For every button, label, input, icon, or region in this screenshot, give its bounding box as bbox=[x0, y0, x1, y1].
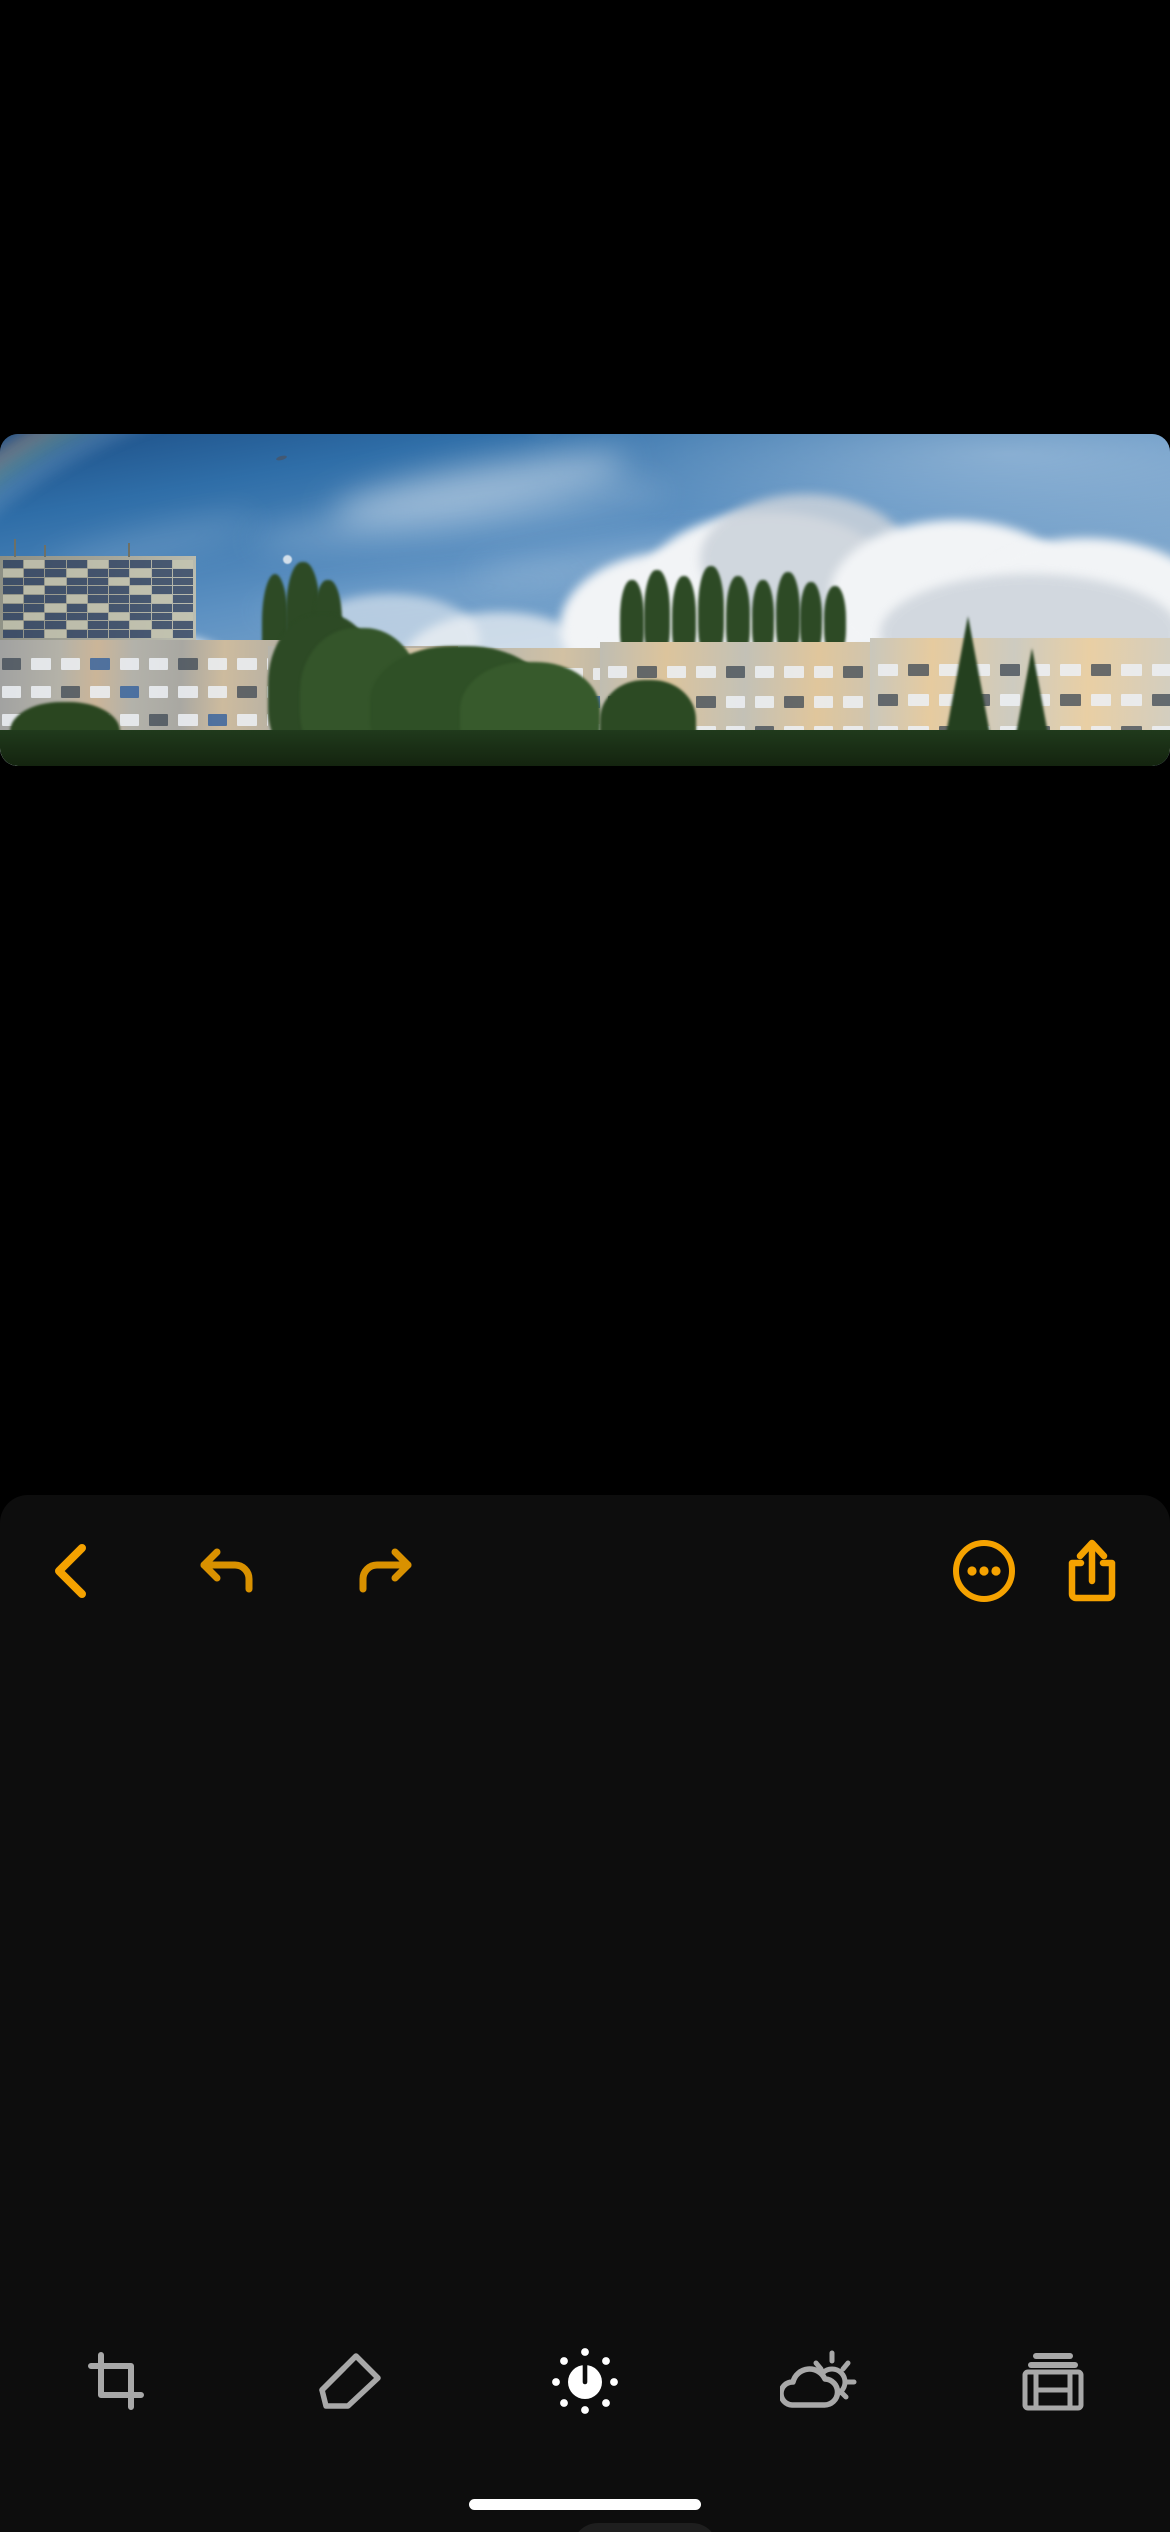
window-grid bbox=[3, 560, 193, 638]
tab-filters[interactable] bbox=[936, 2322, 1170, 2440]
redo-button[interactable] bbox=[330, 1521, 438, 1621]
undo-button[interactable] bbox=[174, 1521, 282, 1621]
high-rise-building bbox=[0, 556, 196, 644]
phone-screen: AI bbox=[0, 0, 1170, 2532]
roof-antenna bbox=[44, 545, 46, 557]
tab-crop[interactable] bbox=[0, 2322, 234, 2440]
tab-retouch[interactable] bbox=[234, 2322, 468, 2440]
tab-effects[interactable] bbox=[702, 2322, 936, 2440]
moon bbox=[283, 555, 292, 564]
roof-antenna bbox=[128, 543, 130, 557]
photo-canvas[interactable] bbox=[0, 434, 1170, 766]
home-indicator bbox=[469, 2499, 701, 2510]
tab-adjust[interactable] bbox=[468, 2322, 702, 2440]
roof-antenna bbox=[14, 539, 16, 557]
editor-bottom-nav bbox=[0, 2322, 1170, 2440]
ai-auto-enhance-button[interactable]: AI bbox=[572, 2523, 718, 2532]
share-button[interactable] bbox=[1038, 1521, 1146, 1621]
ground-vegetation bbox=[0, 730, 1170, 766]
more-options-button[interactable] bbox=[930, 1521, 1038, 1621]
editor-top-toolbar bbox=[0, 1521, 1170, 1621]
back-button[interactable] bbox=[18, 1521, 126, 1621]
editor-panel: AI bbox=[0, 1495, 1170, 2532]
